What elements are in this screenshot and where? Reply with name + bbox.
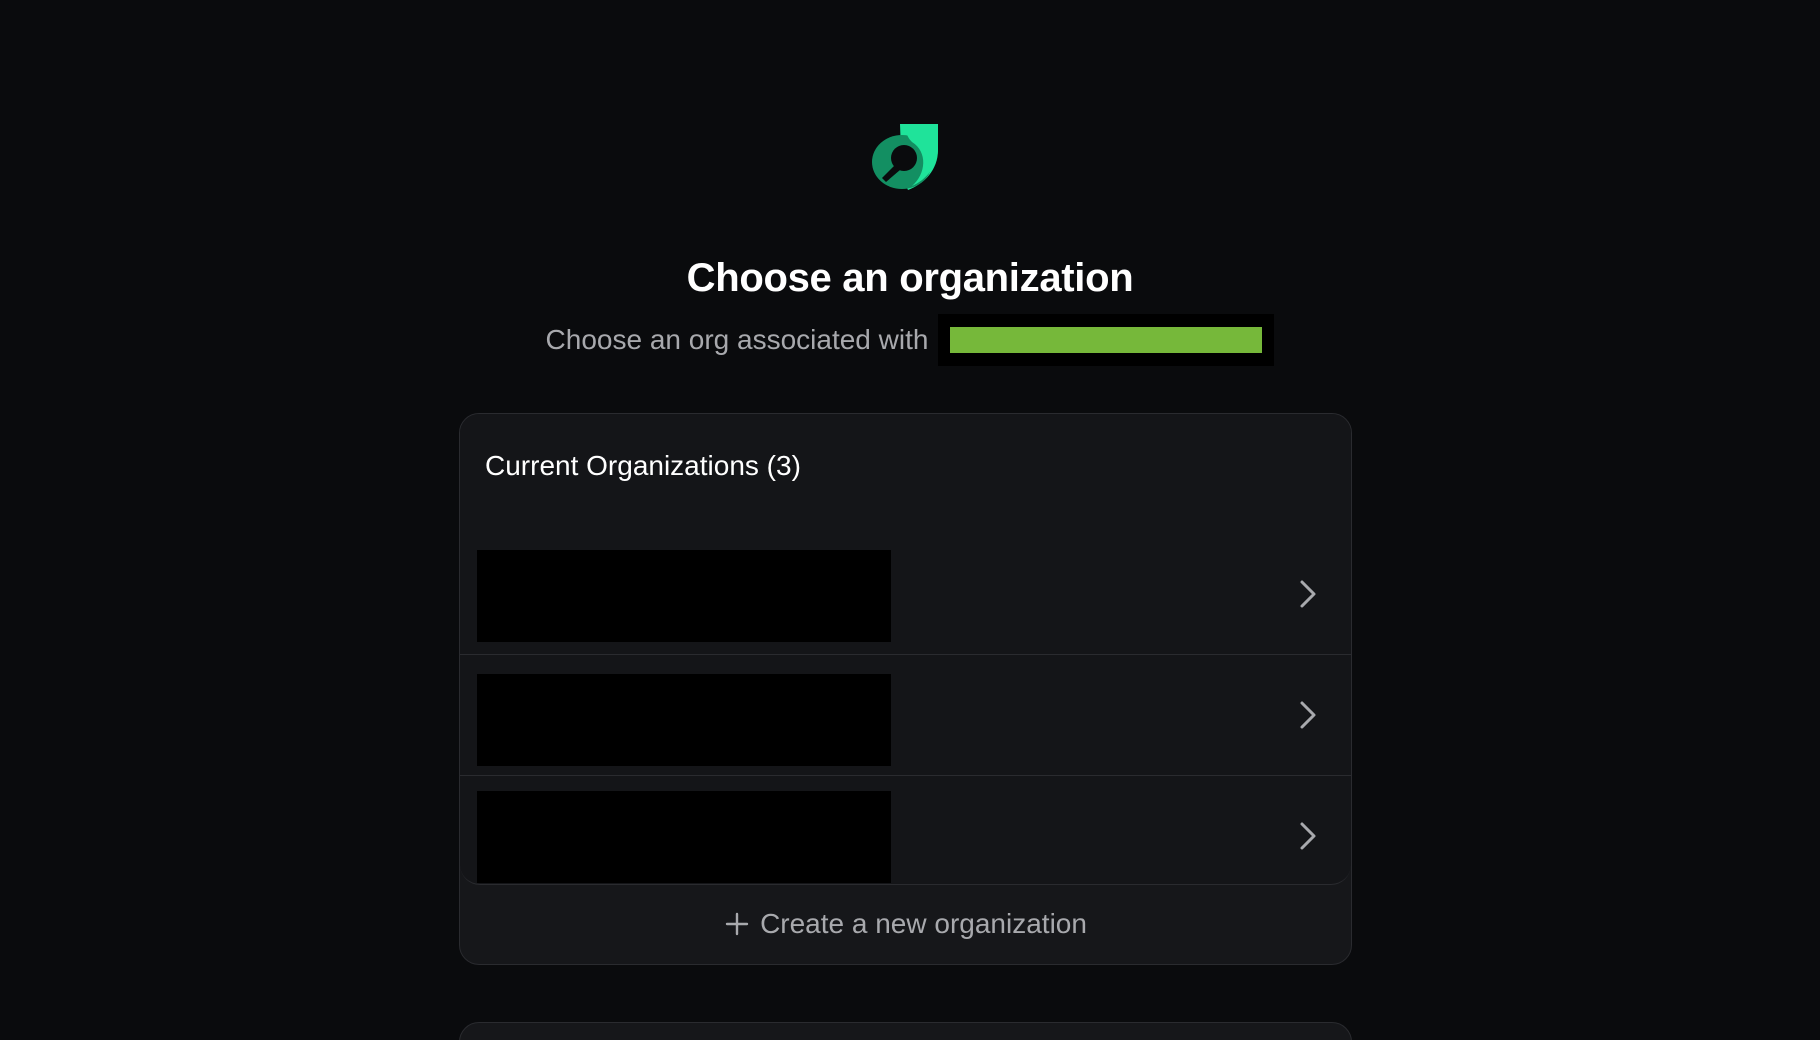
chevron-right-icon <box>1300 580 1316 608</box>
organizations-list: Current Organizations (3) <box>460 414 1351 885</box>
page-title: Choose an organization <box>686 256 1134 300</box>
redaction-highlight <box>950 327 1263 353</box>
organizations-heading: Current Organizations (3) <box>485 450 801 481</box>
org-name-redacted <box>477 791 891 883</box>
org-row[interactable] <box>460 776 1351 897</box>
subtitle-row: Choose an org associated with <box>0 314 1820 366</box>
leaf-logo-icon <box>872 124 938 190</box>
chevron-right-icon <box>1300 822 1316 850</box>
create-organization-button[interactable]: Create a new organization <box>460 884 1351 964</box>
org-chooser-page: Choose an organization Choose an org ass… <box>0 0 1820 1040</box>
secondary-card <box>459 1022 1352 1040</box>
org-name-redacted <box>477 674 891 766</box>
subtitle: Choose an org associated with <box>545 324 929 355</box>
org-row[interactable] <box>460 534 1351 655</box>
organizations-card: Current Organizations (3) Create a new o… <box>459 413 1352 965</box>
plus-icon <box>725 912 749 936</box>
chevron-right-icon <box>1300 701 1316 729</box>
org-name-redacted <box>477 550 891 642</box>
org-row[interactable] <box>460 655 1351 776</box>
redacted-email <box>938 314 1275 366</box>
create-organization-label: Create a new organization <box>760 908 1087 939</box>
